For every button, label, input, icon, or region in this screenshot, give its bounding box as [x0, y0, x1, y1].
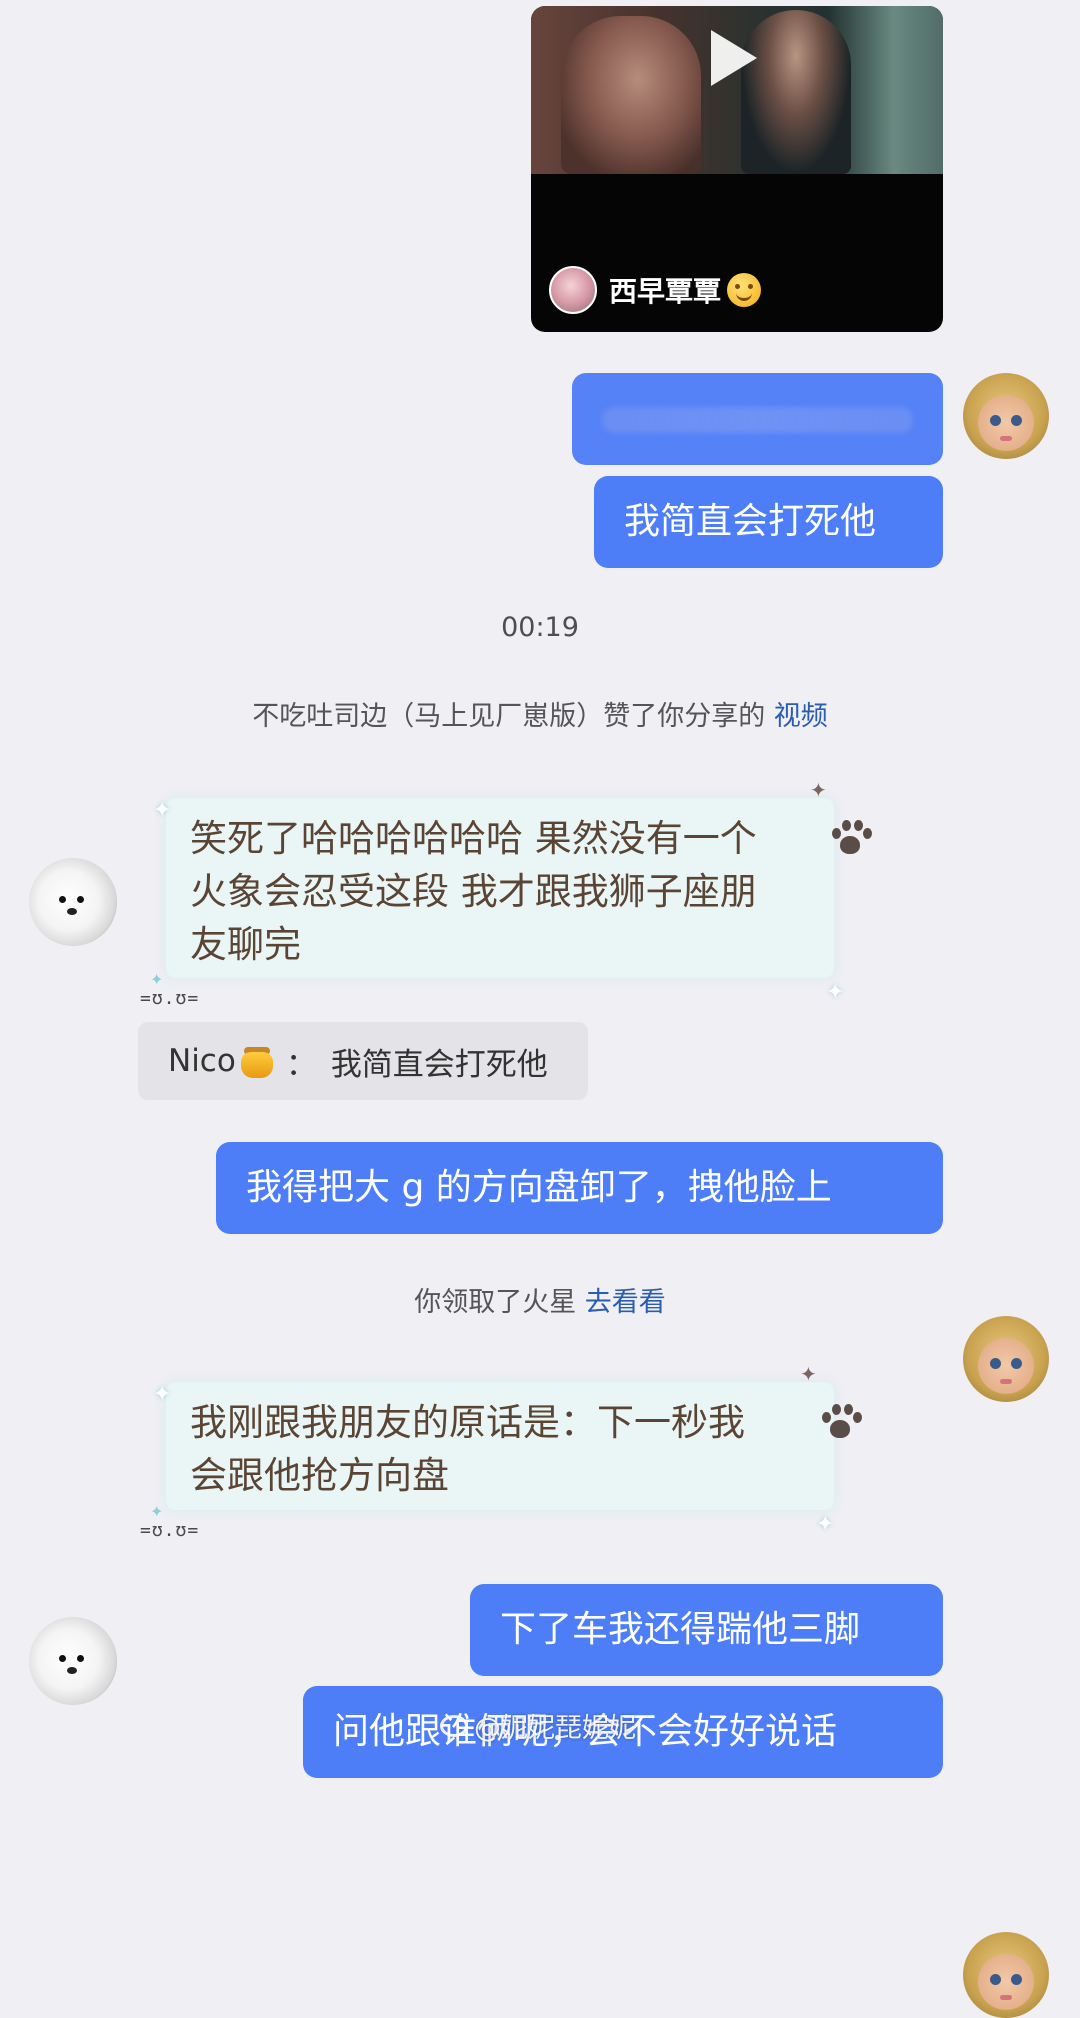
- bubble-face-decoration: =ʊ.ʊ=: [140, 1520, 200, 1541]
- received-message-bubble[interactable]: 我刚跟我朋友的原话是：下一秒我 会跟他抢方向盘: [166, 1382, 834, 1510]
- star-icon: ✦: [810, 778, 827, 802]
- video-author-avatar: [549, 266, 597, 314]
- mars-notice-text: 你领取了火星: [414, 1287, 577, 1318]
- weibo-watermark: @妮妮琵妮妮: [440, 1706, 636, 1745]
- sent-message-bubble[interactable]: 我得把大 g 的方向盘卸了，拽他脸上: [216, 1142, 943, 1234]
- like-notice: 不吃吐司边（马上见厂崽版）赞了你分享的 视频: [0, 694, 1080, 733]
- quote-colon: ：: [285, 1046, 317, 1083]
- bubble-face-decoration: =ʊ.ʊ=: [140, 988, 200, 1009]
- blurred-text: [602, 407, 913, 433]
- video-person-right: [741, 10, 851, 174]
- honey-pot-icon: [238, 1044, 276, 1078]
- video-author-name: 西早覃覃: [609, 275, 722, 308]
- shared-video-card[interactable]: 西早覃覃: [531, 6, 943, 332]
- friend-avatar[interactable]: [29, 1617, 117, 1705]
- sparkle-icon: ✦: [826, 980, 845, 1005]
- sent-message-blurred[interactable]: [572, 373, 943, 465]
- like-notice-video-link[interactable]: 视频: [774, 701, 828, 732]
- my-avatar[interactable]: [963, 1316, 1049, 1402]
- video-thumbnail[interactable]: [531, 6, 943, 174]
- quote-author: Nico: [168, 1043, 236, 1079]
- play-icon[interactable]: [711, 30, 757, 86]
- mars-notice: 你领取了火星 去看看: [0, 1280, 1080, 1319]
- quote-text: 我简直会打死他: [330, 1046, 548, 1083]
- weibo-icon: [440, 1714, 468, 1737]
- like-notice-text: 不吃吐司边（马上见厂崽版）赞了你分享的: [252, 701, 766, 732]
- my-avatar[interactable]: [963, 1932, 1049, 2018]
- video-person-left: [561, 16, 701, 174]
- friend-avatar[interactable]: [29, 858, 117, 946]
- sent-message-bubble[interactable]: 下了车我还得踹他三脚: [470, 1584, 943, 1676]
- sent-message-bubble[interactable]: 我简直会打死他: [594, 476, 943, 568]
- received-message-bubble[interactable]: 笑死了哈哈哈哈哈哈 果然没有一个 火象会忍受这段 我才跟我狮子座朋 友聊完: [166, 798, 834, 978]
- message-line: 会跟他抢方向盘: [190, 1454, 449, 1497]
- sparkle-icon: ✦: [816, 1512, 835, 1537]
- quoted-reply[interactable]: Nico ： 我简直会打死他: [138, 1022, 588, 1100]
- paw-icon: [818, 1402, 862, 1442]
- sparkle-icon: ✦: [153, 798, 172, 823]
- sparkle-icon: ✦: [153, 1382, 172, 1407]
- star-icon: ✦: [800, 1362, 817, 1386]
- message-line: 友聊完: [190, 923, 301, 966]
- my-avatar[interactable]: [963, 373, 1049, 459]
- smile-emoji-icon: [727, 273, 762, 307]
- paw-icon: [828, 818, 872, 858]
- message-line: 火象会忍受这段 我才跟我狮子座朋: [190, 870, 757, 913]
- message-line: 笑死了哈哈哈哈哈哈 果然没有一个: [190, 817, 757, 860]
- video-author[interactable]: 西早覃覃: [549, 264, 762, 316]
- sparkle-icon: ✦: [150, 970, 164, 989]
- watermark-text: @妮妮琵妮妮: [474, 1713, 636, 1744]
- mars-go-see-link[interactable]: 去看看: [585, 1287, 666, 1318]
- sparkle-icon: ✦: [150, 1502, 164, 1521]
- message-timestamp: 00:19: [501, 612, 579, 643]
- message-line: 我刚跟我朋友的原话是：下一秒我: [190, 1401, 745, 1444]
